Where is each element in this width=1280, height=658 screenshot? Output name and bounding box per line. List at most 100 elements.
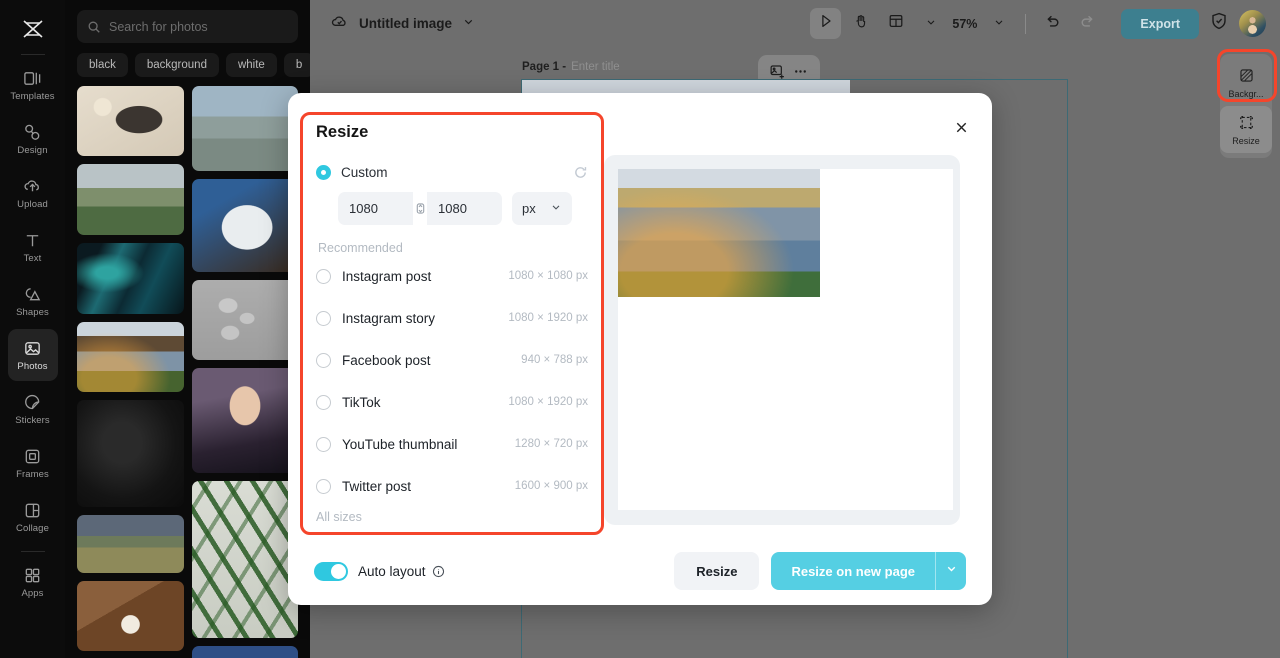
dimension-pair	[338, 192, 502, 225]
custom-radio[interactable]	[316, 165, 331, 180]
tag-chip-white[interactable]: white	[225, 53, 277, 77]
unit-select[interactable]: px	[512, 192, 572, 225]
photo-thumbnail[interactable]	[191, 368, 298, 473]
option-radio[interactable]	[316, 394, 331, 410]
close-button[interactable]	[950, 119, 972, 141]
sidebar-item-templates[interactable]: Templates	[8, 59, 58, 111]
custom-dimensions-row: px	[338, 192, 588, 225]
design-icon	[23, 123, 42, 142]
redo-button[interactable]	[1072, 8, 1103, 39]
photo-thumbnail[interactable]	[77, 515, 184, 573]
width-input[interactable]	[338, 192, 413, 225]
right-rail-item-background[interactable]: Backgr...	[1220, 59, 1272, 106]
photo-thumbnail[interactable]	[77, 243, 184, 314]
size-option-tiktok[interactable]: TikTok 1080 × 1920 px	[316, 381, 588, 423]
select-tool-button[interactable]	[810, 8, 842, 39]
sidebar-item-apps[interactable]: Apps	[8, 556, 58, 608]
shield-check-icon[interactable]	[1209, 11, 1229, 36]
sidebar-item-stickers[interactable]: Stickers	[8, 383, 58, 435]
zoom-level[interactable]: 57%	[950, 17, 979, 31]
page-title-input[interactable]: Enter title	[571, 61, 620, 73]
sidebar-item-label: Stickers	[15, 414, 50, 426]
option-radio[interactable]	[316, 268, 331, 284]
option-label: Twitter post	[342, 478, 412, 494]
photo-grid-column-right	[191, 86, 298, 658]
option-radio[interactable]	[316, 478, 331, 494]
sidebar-item-frames[interactable]: Frames	[8, 437, 58, 489]
sidebar-item-text[interactable]: Text	[8, 221, 58, 273]
layout-caret-button[interactable]	[915, 8, 946, 39]
undo-button[interactable]	[1037, 8, 1068, 39]
cloud-sync-icon[interactable]	[330, 12, 349, 36]
size-option-youtube-thumbnail[interactable]: YouTube thumbnail 1280 × 720 px	[316, 423, 588, 465]
more-options-button[interactable]	[792, 63, 809, 80]
top-toolbar: Untitled image 57% Export	[310, 0, 1280, 47]
size-option-facebook-post[interactable]: Facebook post 940 × 788 px	[316, 339, 588, 381]
size-option-instagram-story[interactable]: Instagram story 1080 × 1920 px	[316, 297, 588, 339]
right-rail-item-label: Resize	[1232, 135, 1260, 146]
photo-thumbnail[interactable]	[191, 86, 298, 171]
zoom-caret-button[interactable]	[983, 8, 1014, 39]
avatar[interactable]	[1239, 10, 1266, 37]
resize-on-new-page-button[interactable]: Resize on new page	[771, 552, 935, 590]
page-label: Page 1 - Enter title	[522, 61, 620, 73]
resize-button[interactable]: Resize	[674, 552, 760, 590]
photo-thumbnail[interactable]	[191, 646, 298, 658]
sidebar-item-upload[interactable]: Upload	[8, 167, 58, 219]
add-image-button[interactable]	[769, 63, 786, 80]
redo-icon	[1079, 13, 1096, 35]
option-label: Facebook post	[342, 352, 431, 368]
sidebar-item-photos[interactable]: Photos	[7, 329, 58, 381]
chevron-down-icon	[550, 201, 562, 216]
chevron-down-icon[interactable]	[462, 15, 475, 33]
option-dimensions: 1080 × 1920 px	[508, 312, 588, 324]
photo-thumbnail[interactable]	[191, 481, 298, 638]
custom-size-option[interactable]: Custom	[316, 165, 588, 180]
option-radio[interactable]	[316, 310, 331, 326]
option-radio[interactable]	[316, 436, 331, 452]
rail-divider-top	[20, 54, 45, 55]
text-icon	[23, 231, 42, 250]
apps-icon	[23, 566, 42, 585]
photo-thumbnail[interactable]	[77, 322, 184, 392]
photo-thumbnail[interactable]	[77, 400, 184, 507]
photo-thumbnail[interactable]	[77, 581, 184, 651]
option-dimensions: 1280 × 720 px	[514, 438, 588, 450]
photo-thumbnail[interactable]	[191, 280, 298, 360]
option-dimensions: 1080 × 1920 px	[508, 396, 588, 408]
height-input[interactable]	[427, 192, 502, 225]
option-dimensions: 1080 × 1080 px	[508, 270, 588, 282]
search-input[interactable]	[109, 19, 288, 34]
size-option-instagram-post[interactable]: Instagram post 1080 × 1080 px	[316, 255, 588, 297]
sidebar-item-collage[interactable]: Collage	[8, 491, 58, 543]
resize-new-page-caret-button[interactable]	[935, 552, 966, 590]
option-radio[interactable]	[316, 352, 331, 368]
toolbar-left-group: Untitled image	[310, 12, 475, 36]
sidebar-item-shapes[interactable]: Shapes	[8, 275, 58, 327]
search-box[interactable]	[77, 10, 298, 43]
right-rail-item-resize[interactable]: Resize	[1220, 106, 1272, 153]
search-container	[65, 0, 310, 43]
photo-grid	[65, 86, 310, 658]
size-option-twitter-post[interactable]: Twitter post 1600 × 900 px	[316, 465, 588, 507]
photo-thumbnail[interactable]	[77, 164, 184, 235]
export-button[interactable]: Export	[1121, 8, 1199, 39]
reset-icon[interactable]	[573, 165, 588, 180]
auto-layout-toggle[interactable]	[314, 561, 348, 581]
sidebar-item-label: Apps	[21, 587, 44, 599]
photo-thumbnail[interactable]	[191, 179, 298, 272]
info-icon[interactable]	[432, 565, 445, 578]
all-sizes-link[interactable]: All sizes	[316, 510, 588, 524]
document-title[interactable]: Untitled image	[359, 16, 452, 31]
tag-chip-black[interactable]: black	[77, 53, 128, 77]
layout-tool-button[interactable]	[880, 8, 911, 39]
photo-thumbnail[interactable]	[77, 86, 184, 156]
tag-chip-background[interactable]: background	[134, 53, 219, 77]
option-label: Instagram story	[342, 310, 436, 326]
hand-tool-button[interactable]	[845, 8, 876, 39]
sidebar-item-design[interactable]: Design	[8, 113, 58, 165]
sidebar-item-label: Shapes	[16, 306, 49, 318]
tag-chip-b[interactable]: b	[283, 53, 310, 77]
capcut-logo-icon[interactable]	[13, 10, 53, 48]
link-ratio-icon[interactable]	[413, 192, 427, 225]
